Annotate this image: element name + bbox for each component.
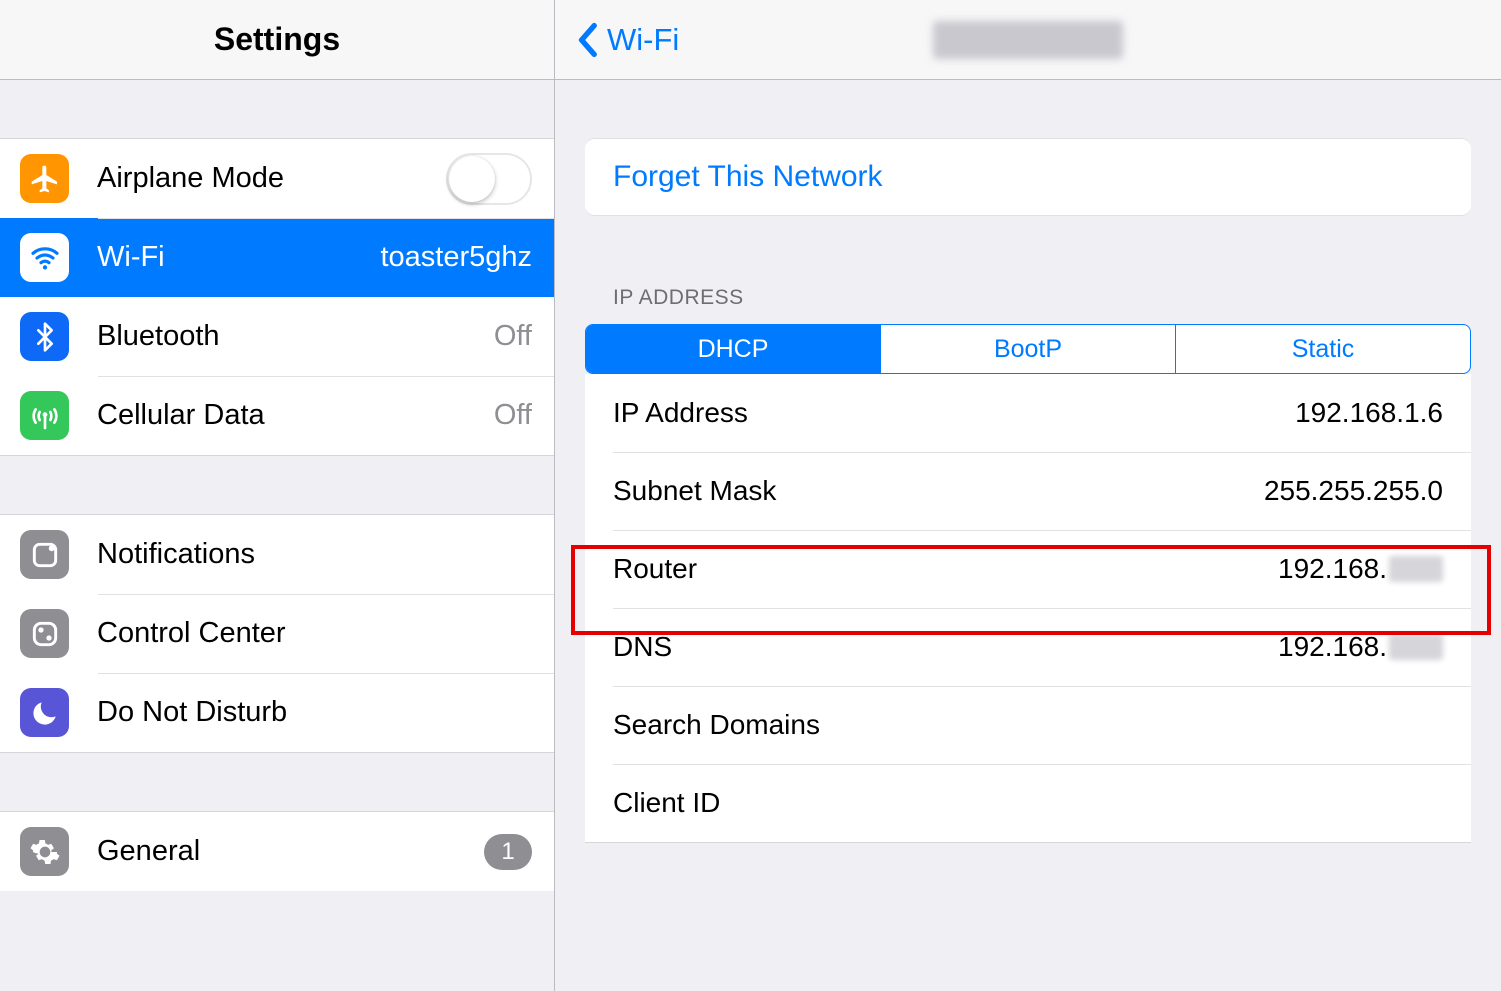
general-badge: 1 bbox=[484, 834, 532, 870]
sidebar-group-general: General 1 bbox=[0, 811, 554, 891]
cellular-icon bbox=[20, 391, 69, 440]
cellular-label: Cellular Data bbox=[97, 399, 494, 432]
sidebar-item-airplane-mode[interactable]: Airplane Mode bbox=[0, 139, 554, 218]
row-search-domains[interactable]: Search Domains bbox=[585, 686, 1471, 764]
ip-address-value: 192.168.1.6 bbox=[1295, 397, 1443, 429]
dns-label: DNS bbox=[613, 631, 1278, 663]
detail-body: Forget This Network IP ADDRESS DHCP Boot… bbox=[555, 80, 1501, 843]
sidebar-group-system: Notifications Control Center Do Not Dist… bbox=[0, 514, 554, 753]
router-value: 192.168. bbox=[1278, 553, 1443, 585]
ip-mode-segmented: DHCP BootP Static bbox=[585, 324, 1471, 374]
forget-network-button[interactable]: Forget This Network bbox=[585, 138, 1471, 216]
router-value-text: 192.168. bbox=[1278, 553, 1387, 584]
airplane-icon bbox=[20, 154, 69, 203]
bluetooth-icon bbox=[20, 312, 69, 361]
notifications-icon bbox=[20, 530, 69, 579]
detail-header: Wi-Fi bbox=[555, 0, 1501, 80]
cellular-value: Off bbox=[494, 399, 532, 432]
dns-value-blurred bbox=[1389, 634, 1443, 660]
general-label: General bbox=[97, 835, 484, 868]
detail-pane: Wi-Fi Forget This Network IP ADDRESS DHC… bbox=[555, 0, 1501, 991]
dns-value: 192.168. bbox=[1278, 631, 1443, 663]
control-center-label: Control Center bbox=[97, 617, 532, 650]
segment-static[interactable]: Static bbox=[1175, 325, 1470, 373]
sidebar-item-do-not-disturb[interactable]: Do Not Disturb bbox=[0, 673, 554, 752]
subnet-mask-label: Subnet Mask bbox=[613, 475, 1264, 507]
sidebar-item-cellular[interactable]: Cellular Data Off bbox=[0, 376, 554, 455]
sidebar-item-wifi[interactable]: Wi-Fi toaster5ghz bbox=[0, 218, 554, 297]
wifi-label: Wi-Fi bbox=[97, 241, 380, 274]
router-label: Router bbox=[613, 553, 1278, 585]
airplane-mode-label: Airplane Mode bbox=[97, 162, 446, 195]
sidebar-group-connectivity: Airplane Mode Wi-Fi toaster5ghz Bluetoot… bbox=[0, 138, 554, 456]
client-id-label: Client ID bbox=[613, 787, 1443, 819]
row-client-id[interactable]: Client ID bbox=[585, 764, 1471, 842]
segment-bootp[interactable]: BootP bbox=[880, 325, 1175, 373]
chevron-left-icon bbox=[575, 22, 599, 58]
bluetooth-label: Bluetooth bbox=[97, 320, 494, 353]
dns-value-text: 192.168. bbox=[1278, 631, 1387, 662]
ip-details-group: IP Address 192.168.1.6 Subnet Mask 255.2… bbox=[585, 374, 1471, 843]
airplane-mode-toggle[interactable] bbox=[446, 153, 532, 205]
back-button[interactable]: Wi-Fi bbox=[575, 22, 679, 58]
sidebar-title: Settings bbox=[0, 0, 554, 80]
notifications-label: Notifications bbox=[97, 538, 532, 571]
row-dns[interactable]: DNS 192.168. bbox=[585, 608, 1471, 686]
sidebar-item-notifications[interactable]: Notifications bbox=[0, 515, 554, 594]
sidebar-item-control-center[interactable]: Control Center bbox=[0, 594, 554, 673]
router-value-blurred bbox=[1389, 556, 1443, 582]
network-name-blurred bbox=[933, 21, 1123, 59]
settings-sidebar: Settings Airplane Mode Wi-Fi toaster5ghz… bbox=[0, 0, 555, 991]
gear-icon bbox=[20, 827, 69, 876]
row-ip-address[interactable]: IP Address 192.168.1.6 bbox=[585, 374, 1471, 452]
row-router[interactable]: Router 192.168. bbox=[585, 530, 1471, 608]
control-center-icon bbox=[20, 609, 69, 658]
wifi-icon bbox=[20, 233, 69, 282]
search-domains-label: Search Domains bbox=[613, 709, 1443, 741]
sidebar-item-general[interactable]: General 1 bbox=[0, 812, 554, 891]
dnd-label: Do Not Disturb bbox=[97, 696, 532, 729]
sidebar-item-bluetooth[interactable]: Bluetooth Off bbox=[0, 297, 554, 376]
moon-icon bbox=[20, 688, 69, 737]
ip-address-label: IP Address bbox=[613, 397, 1295, 429]
wifi-value: toaster5ghz bbox=[380, 241, 532, 274]
bluetooth-value: Off bbox=[494, 320, 532, 353]
subnet-mask-value: 255.255.255.0 bbox=[1264, 475, 1443, 507]
back-label: Wi-Fi bbox=[607, 22, 679, 58]
segment-dhcp[interactable]: DHCP bbox=[586, 325, 880, 373]
row-subnet-mask[interactable]: Subnet Mask 255.255.255.0 bbox=[585, 452, 1471, 530]
ip-address-section-label: IP ADDRESS bbox=[613, 286, 1471, 310]
